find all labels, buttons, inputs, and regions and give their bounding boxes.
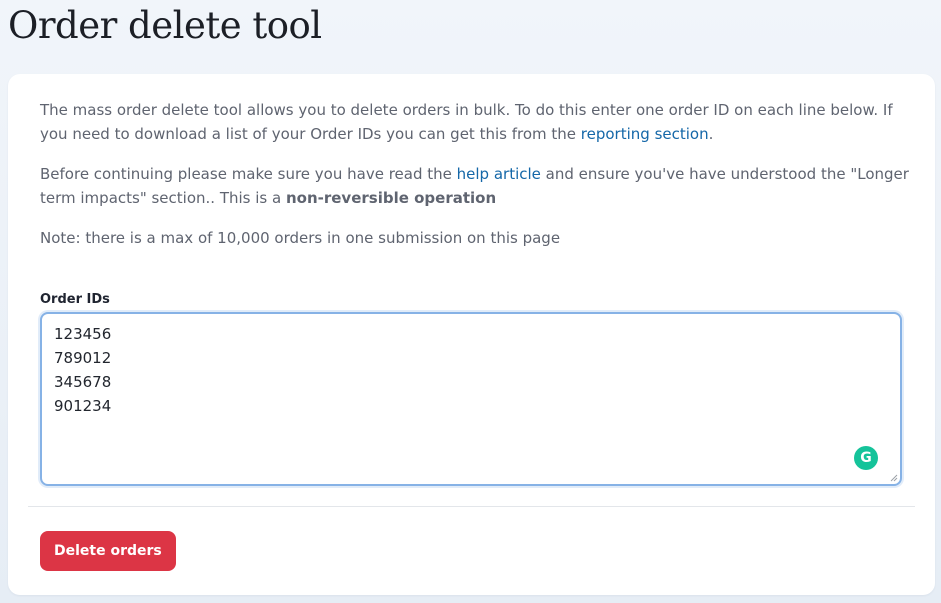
- reporting-section-link[interactable]: reporting section: [581, 125, 709, 143]
- grammarly-icon[interactable]: G: [854, 446, 878, 470]
- order-ids-textarea[interactable]: [42, 314, 900, 484]
- divider: [28, 506, 915, 507]
- intro-paragraph-1: The mass order delete tool allows you to…: [40, 98, 910, 146]
- intro-text-1: The mass order delete tool allows you to…: [40, 101, 893, 143]
- delete-tool-card: The mass order delete tool allows you to…: [8, 74, 935, 595]
- intro-text: The mass order delete tool allows you to…: [40, 98, 910, 266]
- page-title: Order delete tool: [8, 4, 322, 47]
- warning-text: non-reversible operation: [285, 189, 497, 207]
- intro-text-1-end: .: [708, 125, 714, 143]
- delete-orders-button[interactable]: Delete orders: [40, 531, 176, 571]
- order-ids-label: Order IDs: [40, 292, 110, 307]
- intro-paragraph-2: Before continuing please make sure you h…: [40, 162, 910, 210]
- intro-text-2: Before continuing please make sure you h…: [40, 165, 457, 183]
- order-ids-field-wrapper: G: [40, 312, 902, 486]
- page: Order delete tool The mass order delete …: [0, 0, 941, 603]
- help-article-link[interactable]: help article: [457, 165, 541, 183]
- resize-handle-icon[interactable]: [890, 474, 898, 482]
- intro-note: Note: there is a max of 10,000 orders in…: [40, 229, 561, 247]
